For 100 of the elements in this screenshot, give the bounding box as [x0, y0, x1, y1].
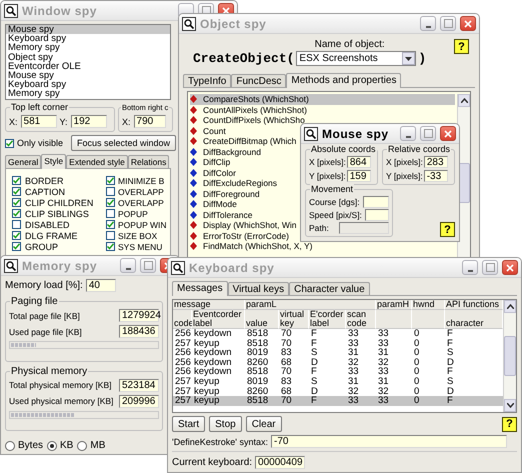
table-cell-text: keydown [193, 348, 232, 358]
table-cell-text: 33 [347, 338, 360, 348]
table-cell: 8518 [245, 396, 279, 406]
table-cell-text: S [446, 348, 454, 358]
window-title: Memory spy [22, 258, 98, 272]
table-cell-text: F [446, 338, 454, 348]
table-cell-text: 0 [413, 376, 420, 387]
table-cell-text: keydown [193, 329, 232, 339]
table-cell-text: 70 [280, 367, 293, 377]
table-cell-text: keyup [193, 376, 220, 387]
table-cell-text: F [446, 367, 454, 377]
table-cell-text: 31 [377, 348, 390, 358]
field-label: Y [pixels]: [309, 171, 346, 181]
table-cell-text: 32 [377, 386, 390, 396]
checkbox-label: DISABLED [25, 220, 70, 230]
table-cell-text: 70 [280, 338, 293, 348]
table-cell-text: 8518 [246, 338, 270, 348]
table-cell: 70 [279, 396, 309, 406]
table-cell-text: 257 [174, 338, 192, 348]
radio-label: KB [60, 440, 74, 451]
table-cell-text: D [446, 386, 455, 396]
field-label: Y [pixels]: [386, 171, 423, 181]
field-label: Current keyboard: [172, 457, 252, 468]
table-cell-text: 257 [174, 386, 192, 396]
field-label: Course [dgs]: [309, 197, 360, 207]
checkbox-label: OVERLAPP [118, 198, 164, 208]
field-label: Path: [309, 223, 329, 233]
table-cell-text: 31 [377, 376, 390, 387]
table-cell-text: 8260 [246, 358, 270, 368]
checkbox-label: CLIP SIBLINGS [25, 208, 89, 218]
field-label: X: [122, 116, 131, 126]
checkbox-label: BORDER [25, 176, 64, 186]
table-cell-text: 68 [280, 358, 293, 368]
window-title: Mouse spy [322, 126, 390, 140]
table-cell-text: 256 [174, 329, 192, 339]
table-cell-text: 33 [347, 329, 360, 339]
window-title: Window spy [22, 4, 98, 18]
table-cell-text: F [446, 329, 454, 339]
group-label: Movement [310, 184, 354, 195]
table-cell-text: 8518 [246, 329, 270, 339]
radio-label: MB [90, 440, 106, 451]
column-group-header: paramL [245, 300, 376, 310]
column-header: virtual key [279, 310, 309, 329]
table-cell-text: S [446, 376, 454, 387]
checkbox-label: GROUP [25, 242, 58, 252]
checkbox-label: CLIP CHILDREN [25, 198, 94, 208]
table-cell-text: F [310, 367, 318, 377]
checkbox-label: POPUP [118, 208, 148, 218]
table-cell-text: 256 [174, 358, 192, 368]
checkbox-label: MINIMIZE B [118, 176, 164, 186]
table-cell: 0 [412, 396, 445, 406]
table-cell-text: keydown [193, 358, 232, 368]
table-cell-text: 8019 [246, 376, 270, 387]
table-cell-text: keyup [193, 338, 220, 348]
column-header: scan code [346, 310, 376, 329]
field-label: Memory load [%]: [5, 280, 83, 291]
checkbox-label: POPUP WIN [118, 220, 166, 230]
table-cell-text: 8518 [246, 367, 270, 377]
table-cell-text: 257 [174, 376, 192, 387]
table-cell-text: 33 [377, 367, 390, 377]
table-cell-text: 256 [174, 348, 192, 358]
table-cell: F [309, 396, 346, 406]
table-cell-text: D [446, 358, 455, 368]
group-label: Absolute coords [310, 144, 377, 155]
window-title: Object spy [200, 16, 268, 30]
table-cell-text: 68 [280, 386, 293, 396]
field-label: Total physical memory [KB] [9, 380, 112, 390]
column-group-header: message [173, 300, 245, 310]
table-cell-text: 70 [280, 329, 293, 339]
table-cell-text: 31 [347, 376, 360, 387]
table-cell-text: 31 [347, 348, 360, 358]
column-header: E'corder label [309, 310, 346, 329]
table-cell-text: 33 [377, 338, 390, 348]
group-label: Physical memory [10, 366, 88, 376]
table-cell: keyup [192, 396, 245, 406]
column-header: Eventcorder label [192, 310, 245, 329]
table-cell: 33 [346, 396, 376, 406]
table-cell-text: 32 [347, 386, 360, 396]
field-label: X: [9, 116, 18, 126]
table-cell-text: 83 [280, 348, 293, 358]
table-cell-text: F [310, 338, 318, 348]
table-cell-text: 0 [413, 329, 420, 339]
table-cell-text: 0 [413, 348, 420, 358]
group-label: Relative coords [387, 144, 452, 155]
table-cell-text: S [310, 376, 318, 387]
table-cell: 33 [376, 396, 412, 406]
table-cell-text: 8019 [246, 348, 270, 358]
table-cell-text: 83 [280, 376, 293, 387]
group-label: Paging file [10, 296, 59, 307]
table-cell: 257 [173, 396, 192, 406]
field-label: Speed [pix/S]: [309, 210, 362, 220]
checkbox-label: OVERLAPP [118, 186, 164, 196]
table-cell-text: 0 [413, 386, 420, 396]
column-header: character [445, 310, 503, 329]
table-cell-text: 33 [347, 367, 360, 377]
table-cell-text: 256 [174, 367, 192, 377]
checkbox-label: DLG FRAME [25, 230, 78, 240]
field-label: X [pixels]: [309, 157, 346, 167]
table-cell-text: 0 [413, 358, 420, 368]
table-cell-text: F [310, 329, 318, 339]
